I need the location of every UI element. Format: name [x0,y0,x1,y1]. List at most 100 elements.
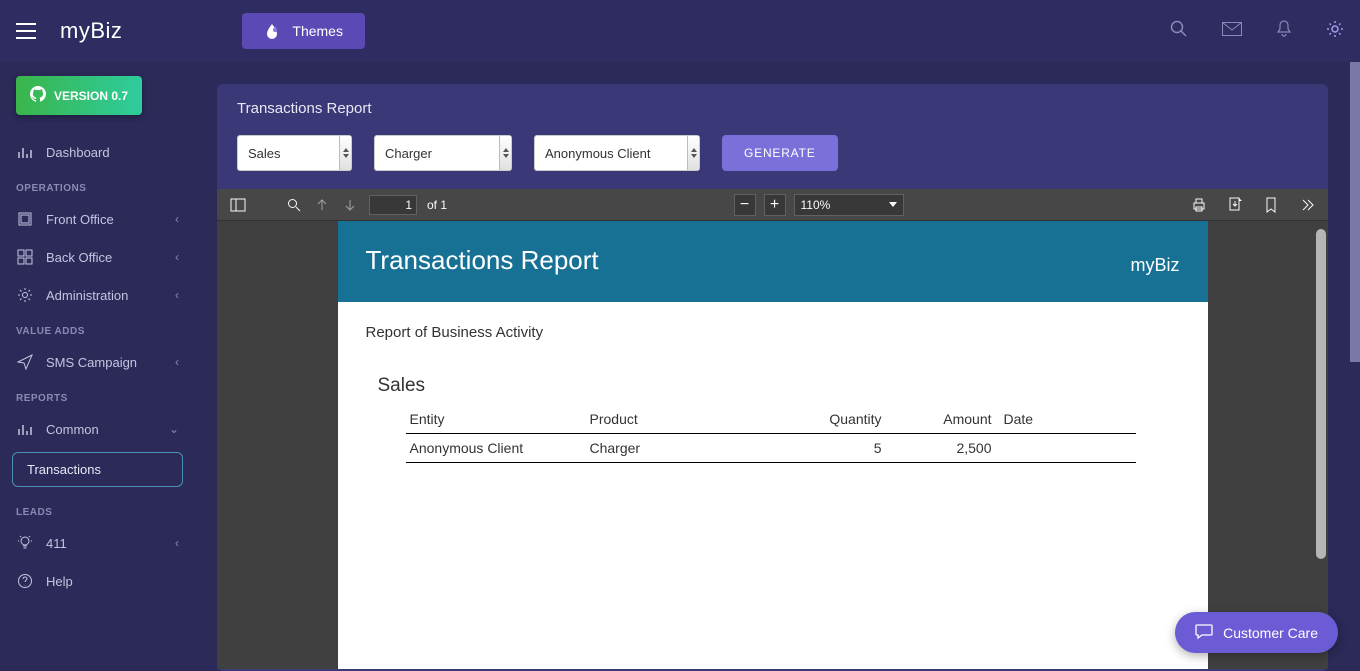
page-of-label: of 1 [427,198,447,212]
filter-product-value: Charger [385,146,432,161]
col-entity: Entity [406,405,586,434]
mail-icon[interactable] [1222,22,1242,41]
section-value-adds: VALUE ADDS [0,314,195,343]
version-button[interactable]: VERSION 0.7 [16,76,142,115]
themes-button[interactable]: Themes [242,13,365,49]
report-brand: myBiz [1131,255,1180,276]
version-label: VERSION 0.7 [54,89,128,103]
cell-entity: Anonymous Client [406,434,586,463]
chart-icon [16,420,34,438]
zoom-value: 110% [801,198,831,212]
sidebar-item-label: Administration [46,288,128,303]
table-header-row: Entity Product Quantity Amount Date [406,405,1136,434]
github-icon [30,86,46,105]
chevron-down-icon: ⌄ [169,422,179,436]
next-page-icon[interactable] [341,196,359,214]
page-title: Transactions Report [217,100,1328,129]
pdf-body[interactable]: Transactions Report myBiz Report of Busi… [217,221,1328,669]
gear-icon[interactable] [1326,20,1344,43]
pdf-viewer: of 1 − + 110% [217,189,1328,669]
sidebar-subitem-transactions[interactable]: Transactions [12,452,183,487]
report-content: Report of Business Activity Sales Entity… [338,302,1208,485]
report-header: Transactions Report myBiz [338,221,1208,302]
report-section-title: Sales [378,375,1180,397]
dashboard-icon [16,143,34,161]
generate-button[interactable]: GENERATE [722,135,838,171]
prev-page-icon[interactable] [313,196,331,214]
gear-icon [16,286,34,304]
chevron-left-icon: ‹ [175,250,179,264]
pdf-search-icon[interactable] [285,196,303,214]
sidebar-item-411[interactable]: 411 ‹ [0,524,195,562]
droplet-icon [264,23,280,39]
filter-client-select[interactable]: Anonymous Client [534,135,700,171]
print-icon[interactable] [1190,196,1208,214]
section-operations: OPERATIONS [0,171,195,200]
sidebar-item-help[interactable]: Help [0,562,195,600]
select-handle-icon [687,136,699,170]
col-amount: Amount [886,405,996,434]
search-icon[interactable] [1170,20,1188,43]
section-leads: LEADS [0,495,195,524]
sidebar-item-administration[interactable]: Administration ‹ [0,276,195,314]
page-scrollbar[interactable] [1350,62,1360,362]
col-date: Date [996,405,1136,434]
table-row: Anonymous Client Charger 5 2,500 [406,434,1136,463]
select-handle-icon [339,136,351,170]
download-icon[interactable] [1226,196,1244,214]
page-number-input[interactable] [369,195,417,215]
main-area: Transactions Report Sales Charger Anonym… [195,62,1350,671]
zoom-select[interactable]: 110% [794,194,904,216]
sidebar-item-label: Back Office [46,250,112,265]
filter-row: Sales Charger Anonymous Client GENERATE [217,129,1328,189]
bell-icon[interactable] [1276,20,1292,43]
sidebar-item-front-office[interactable]: Front Office ‹ [0,200,195,238]
sidebar-item-dashboard[interactable]: Dashboard [0,133,195,171]
sidebar: VERSION 0.7 Dashboard OPERATIONS Front O… [0,62,195,671]
pdf-toolbar: of 1 − + 110% [217,189,1328,221]
sidebar-item-label: 411 [46,536,67,551]
help-icon [16,572,34,590]
report-title: Transactions Report [366,245,599,276]
chevron-left-icon: ‹ [175,212,179,226]
cell-quantity: 5 [786,434,886,463]
back-office-icon [16,248,34,266]
zoom-out-button[interactable]: − [734,194,756,216]
sidebar-item-label: Help [46,574,73,589]
sidebar-item-common[interactable]: Common ⌄ [0,410,195,448]
customer-care-label: Customer Care [1223,625,1318,641]
bookmark-icon[interactable] [1262,196,1280,214]
sidebar-toggle-icon[interactable] [229,196,247,214]
lightbulb-icon [16,534,34,552]
sidebar-item-label: Front Office [46,212,114,227]
menu-toggle-icon[interactable] [16,23,36,39]
more-tools-icon[interactable] [1298,196,1316,214]
select-handle-icon [499,136,511,170]
pdf-scrollbar[interactable] [1316,229,1326,559]
sidebar-item-back-office[interactable]: Back Office ‹ [0,238,195,276]
send-icon [16,353,34,371]
filter-product-select[interactable]: Charger [374,135,512,171]
chevron-left-icon: ‹ [175,288,179,302]
col-quantity: Quantity [786,405,886,434]
sidebar-item-sms-campaign[interactable]: SMS Campaign ‹ [0,343,195,381]
cell-amount: 2,500 [886,434,996,463]
report-subtitle: Report of Business Activity [366,324,1180,341]
customer-care-button[interactable]: Customer Care [1175,612,1338,653]
cell-date [996,434,1136,463]
content-card: Transactions Report Sales Charger Anonym… [217,84,1328,671]
sidebar-subitem-label: Transactions [27,462,101,477]
cell-product: Charger [586,434,786,463]
sidebar-item-label: Dashboard [46,145,110,160]
app-title: myBiz [60,18,122,44]
sidebar-item-label: SMS Campaign [46,355,137,370]
zoom-in-button[interactable]: + [764,194,786,216]
pdf-page: Transactions Report myBiz Report of Busi… [338,221,1208,669]
chevron-left-icon: ‹ [175,355,179,369]
header-right [1170,20,1344,43]
filter-type-select[interactable]: Sales [237,135,352,171]
zoom-group: − + 110% [734,194,904,216]
front-office-icon [16,210,34,228]
section-reports: REPORTS [0,381,195,410]
themes-label: Themes [292,23,343,39]
